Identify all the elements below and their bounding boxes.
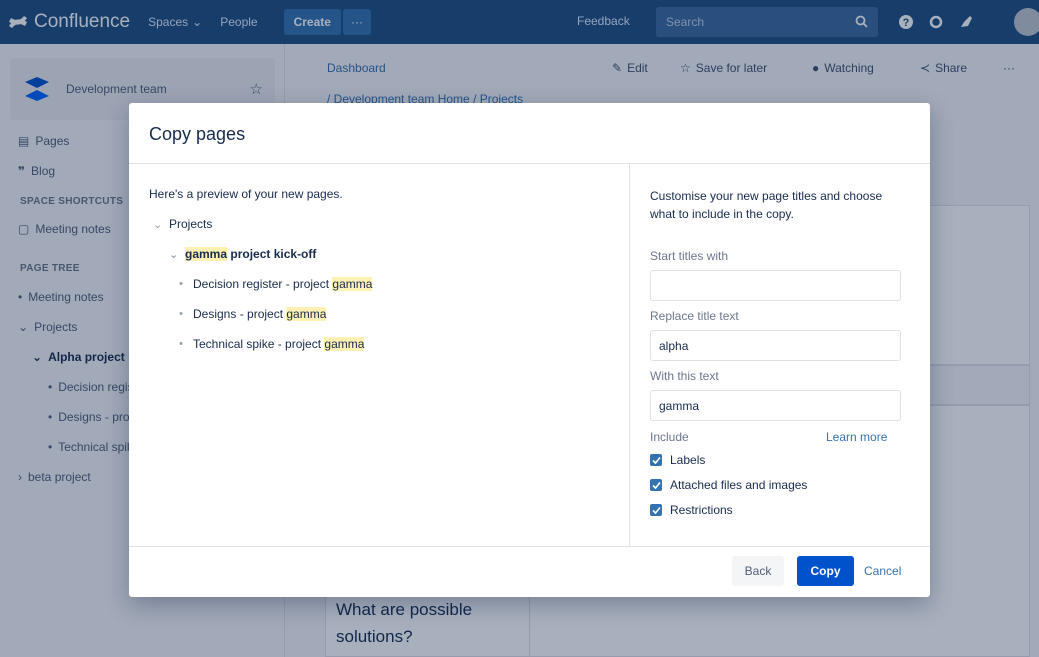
bullet-icon: • xyxy=(179,338,183,350)
restrictions-checkbox-row[interactable]: Restrictions xyxy=(650,503,733,517)
preview-parent-label: project kick-off xyxy=(227,247,317,261)
preview-tree-root[interactable]: ⌄ Projects xyxy=(153,217,212,231)
preview-child-label: Decision register - project xyxy=(193,277,333,291)
replace-title-input[interactable] xyxy=(650,330,901,361)
bullet-icon: • xyxy=(179,278,183,290)
with-text-input[interactable] xyxy=(650,390,901,421)
cancel-button[interactable]: Cancel xyxy=(864,564,901,578)
preview-root-label: Projects xyxy=(169,217,213,231)
chevron-down-icon: ⌄ xyxy=(153,218,163,231)
divider xyxy=(629,163,630,546)
preview-tree-parent[interactable]: ⌄ gamma project kick-off xyxy=(169,247,316,261)
labels-checkbox-row[interactable]: Labels xyxy=(650,453,705,467)
checkbox-label: Restrictions xyxy=(670,503,733,517)
replace-title-label: Replace title text xyxy=(650,309,739,323)
preview-tree-child[interactable]: • Technical spike - project gamma xyxy=(177,337,365,351)
checkbox-label: Attached files and images xyxy=(670,478,808,492)
with-text-label: With this text xyxy=(650,369,719,383)
checkbox-checked-icon[interactable] xyxy=(650,454,662,466)
include-label: Include xyxy=(650,430,689,444)
copy-pages-dialog: Copy pages Here's a preview of your new … xyxy=(129,103,930,597)
preview-tree-child[interactable]: • Decision register - project gamma xyxy=(177,277,373,291)
checkbox-label: Labels xyxy=(670,453,706,467)
preview-child-label: Technical spike - project xyxy=(193,337,325,351)
preview-intro: Here's a preview of your new pages. xyxy=(149,187,343,201)
checkbox-checked-icon[interactable] xyxy=(650,479,662,491)
preview-tree-child[interactable]: • Designs - project gamma xyxy=(177,307,327,321)
highlighted-text: gamma xyxy=(332,277,373,291)
options-intro: Customise your new page titles and choos… xyxy=(650,189,883,221)
bullet-icon: • xyxy=(179,308,183,320)
preview-child-label: Designs - project xyxy=(193,307,287,321)
divider xyxy=(129,163,930,164)
dialog-title: Copy pages xyxy=(149,124,246,144)
highlighted-text: gamma xyxy=(185,247,228,261)
checkbox-checked-icon[interactable] xyxy=(650,504,662,516)
start-titles-label: Start titles with xyxy=(650,249,729,263)
copy-button[interactable]: Copy xyxy=(797,556,854,586)
start-titles-input[interactable] xyxy=(650,270,901,301)
highlighted-text: gamma xyxy=(286,307,327,321)
learn-more-link[interactable]: Learn more xyxy=(826,430,887,444)
divider xyxy=(129,546,930,547)
attachments-checkbox-row[interactable]: Attached files and images xyxy=(650,478,807,492)
back-button[interactable]: Back xyxy=(732,556,784,586)
chevron-down-icon: ⌄ xyxy=(169,248,179,261)
highlighted-text: gamma xyxy=(324,337,365,351)
